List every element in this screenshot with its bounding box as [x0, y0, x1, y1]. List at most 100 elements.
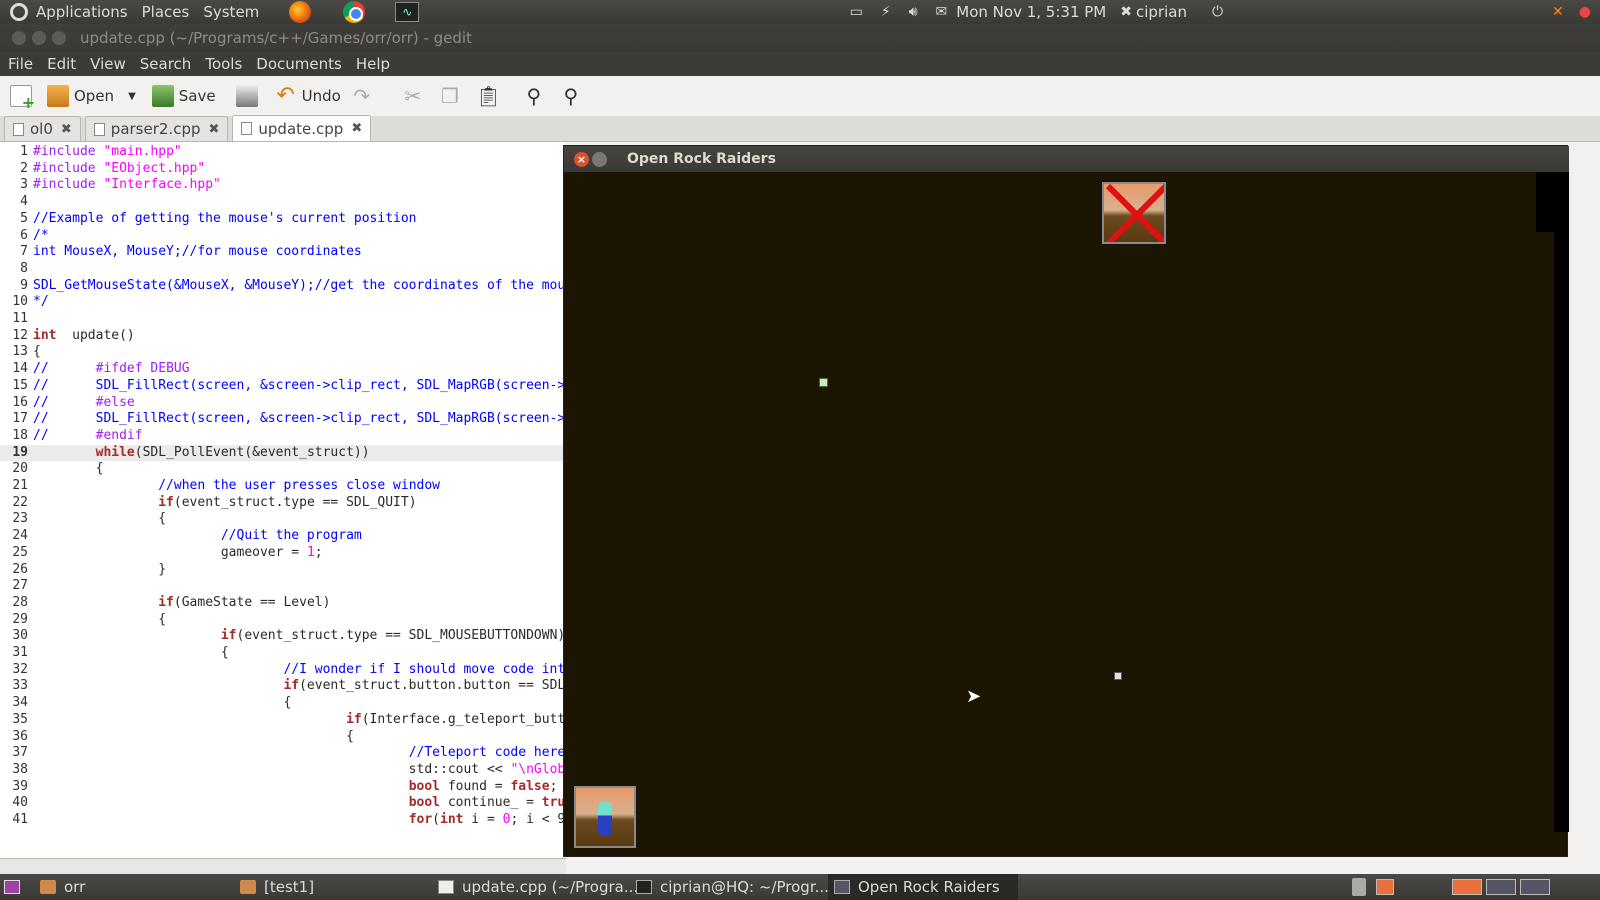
user-name[interactable]: ciprian: [1136, 3, 1187, 21]
menu-search[interactable]: Search: [140, 55, 192, 73]
tab-parser2[interactable]: parser2.cpp ✖: [84, 116, 229, 141]
redo-button[interactable]: ↷: [351, 85, 378, 107]
task-open-rock-raiders[interactable]: Open Rock Raiders: [828, 874, 1018, 900]
chrome-tray-icon[interactable]: ●: [1579, 4, 1591, 20]
code-line[interactable]: 30 if(event_struct.type == SDL_MOUSEBUTT…: [0, 628, 566, 645]
code-line[interactable]: 29 {: [0, 612, 566, 629]
code-line[interactable]: 3 #include "Interface.hpp": [0, 177, 566, 194]
close-window-button[interactable]: ×: [574, 151, 589, 167]
code-line[interactable]: 17 // SDL_FillRect(screen, &screen->clip_…: [0, 411, 566, 428]
menu-places[interactable]: Places: [142, 3, 190, 21]
mail-icon[interactable]: ✉: [936, 4, 948, 20]
open-button[interactable]: Open ▼: [47, 85, 136, 107]
close-tab-icon[interactable]: ✖: [209, 122, 220, 137]
code-editor[interactable]: 1 #include "main.hpp" 2 #include "EObject.h…: [0, 142, 566, 858]
system-monitor-icon[interactable]: ∿: [395, 2, 420, 22]
teleport-button-disabled[interactable]: [1102, 182, 1166, 244]
code-line[interactable]: 1 #include "main.hpp": [0, 144, 566, 161]
code-line[interactable]: 28 if(GameState == Level): [0, 595, 566, 612]
code-line[interactable]: 4: [0, 194, 566, 211]
task-orr[interactable]: orr: [40, 874, 85, 900]
close-tab-icon[interactable]: ✖: [61, 122, 72, 137]
code-line[interactable]: 5 //Example of getting the mouse's curren…: [0, 211, 566, 228]
code-line[interactable]: 22 if(event_struct.type == SDL_QUIT): [0, 495, 566, 512]
tab-ol0[interactable]: ol0 ✖: [4, 116, 81, 141]
gedit-titlebar[interactable]: update.cpp (~/Programs/c++/Games/orr/orr…: [0, 24, 1600, 52]
menu-view[interactable]: View: [90, 55, 126, 73]
code-line[interactable]: 31 {: [0, 645, 566, 662]
code-line[interactable]: 37 //Teleport code here: [0, 745, 566, 762]
find-button[interactable]: ⚲: [523, 85, 550, 107]
code-line[interactable]: 11: [0, 311, 566, 328]
paste-button[interactable]: 📋︎: [476, 85, 503, 107]
code-line[interactable]: 12 int update(): [0, 328, 566, 345]
menu-edit[interactable]: Edit: [47, 55, 76, 73]
new-button[interactable]: [10, 85, 37, 112]
code-line[interactable]: 36 {: [0, 729, 566, 746]
cut-button[interactable]: ✂: [402, 85, 429, 107]
save-button[interactable]: Save: [151, 85, 216, 107]
power-icon[interactable]: ⚡: [881, 4, 891, 20]
workspace-1[interactable]: [1452, 879, 1482, 895]
firefox-launcher-icon[interactable]: [289, 1, 312, 23]
code-line[interactable]: 34 {: [0, 695, 566, 712]
shutdown-icon[interactable]: ⏻: [1212, 4, 1223, 20]
workspace-3[interactable]: [1520, 879, 1550, 895]
menu-help[interactable]: Help: [356, 55, 390, 73]
code-line[interactable]: 32 //I wonder if I should move code into: [0, 662, 566, 679]
minimize-window-button[interactable]: [592, 151, 607, 167]
replace-button[interactable]: ⚲: [560, 85, 587, 107]
code-line[interactable]: 33 if(event_struct.button.button == SDL_: [0, 678, 566, 695]
code-line[interactable]: 38 std::cout << "\nGlobal: [0, 762, 566, 779]
code-line[interactable]: 20 {: [0, 461, 566, 478]
game-titlebar[interactable]: × Open Rock Raiders: [564, 146, 1569, 172]
open-dropdown-icon[interactable]: ▼: [128, 91, 136, 102]
code-line[interactable]: 9 SDL_GetMouseState(&MouseX, &MouseY);//g…: [0, 278, 566, 295]
code-line[interactable]: 8: [0, 261, 566, 278]
code-line[interactable]: 39 bool found = false;: [0, 779, 566, 796]
code-line[interactable]: 15 // SDL_FillRect(screen, &screen->clip_…: [0, 378, 566, 395]
code-line[interactable]: 2 #include "EObject.hpp": [0, 161, 566, 178]
rock-raider-button[interactable]: [574, 786, 636, 848]
code-line[interactable]: 26 }: [0, 562, 566, 579]
minimize-window-button[interactable]: [32, 31, 46, 45]
undo-button[interactable]: ↶ Undo: [275, 85, 340, 107]
tab-update[interactable]: update.cpp ✖: [232, 115, 372, 141]
code-line[interactable]: 35 if(Interface.g_teleport_button: [0, 712, 566, 729]
code-line[interactable]: 16 // #else: [0, 395, 566, 412]
maximize-window-button[interactable]: [52, 31, 66, 45]
code-line[interactable]: 24 //Quit the program: [0, 528, 566, 545]
menu-applications[interactable]: Applications: [36, 3, 128, 21]
menu-tools[interactable]: Tools: [205, 55, 242, 73]
volume-icon[interactable]: 🔊︎: [909, 4, 918, 20]
code-line[interactable]: 41 for(int i = 0; i < 9: [0, 812, 566, 829]
editor-scrollbar[interactable]: [0, 858, 566, 874]
show-desktop-button[interactable]: [4, 874, 28, 900]
code-line[interactable]: 19 while(SDL_PollEvent(&event_struct)): [0, 444, 566, 462]
code-line[interactable]: 6 /*: [0, 228, 566, 245]
ore-crystal-icon[interactable]: [819, 378, 828, 387]
print-button[interactable]: [235, 85, 263, 107]
copy-button[interactable]: ❐: [439, 85, 466, 107]
tray-app-icon[interactable]: ✕: [1552, 4, 1564, 20]
workspace-switcher-icon[interactable]: [1376, 879, 1394, 895]
code-line[interactable]: 27: [0, 578, 566, 595]
code-line[interactable]: 7 int MouseX, MouseY;//for mouse coordina…: [0, 244, 566, 261]
clock[interactable]: Mon Nov 1, 5:31 PM: [956, 3, 1106, 21]
code-line[interactable]: 14 // #ifdef DEBUG: [0, 361, 566, 378]
workspace-2[interactable]: [1486, 879, 1516, 895]
code-line[interactable]: 13 {: [0, 344, 566, 361]
game-window[interactable]: × Open Rock Raiders ➤: [563, 145, 1569, 857]
task-test1[interactable]: [test1]: [240, 874, 314, 900]
chrome-launcher-icon[interactable]: [343, 1, 366, 23]
code-line[interactable]: 40 bool continue_ = true;: [0, 795, 566, 812]
code-line[interactable]: 21 //when the user presses close window: [0, 478, 566, 495]
code-line[interactable]: 10 */: [0, 294, 566, 311]
display-icon[interactable]: ▭: [850, 4, 863, 20]
menu-file[interactable]: File: [8, 55, 33, 73]
code-line[interactable]: 25 gameover = 1;: [0, 545, 566, 562]
code-line[interactable]: 23 {: [0, 511, 566, 528]
close-tab-icon[interactable]: ✖: [351, 121, 362, 136]
menu-documents[interactable]: Documents: [256, 55, 342, 73]
task-gedit[interactable]: update.cpp (~/Progra...: [438, 874, 638, 900]
